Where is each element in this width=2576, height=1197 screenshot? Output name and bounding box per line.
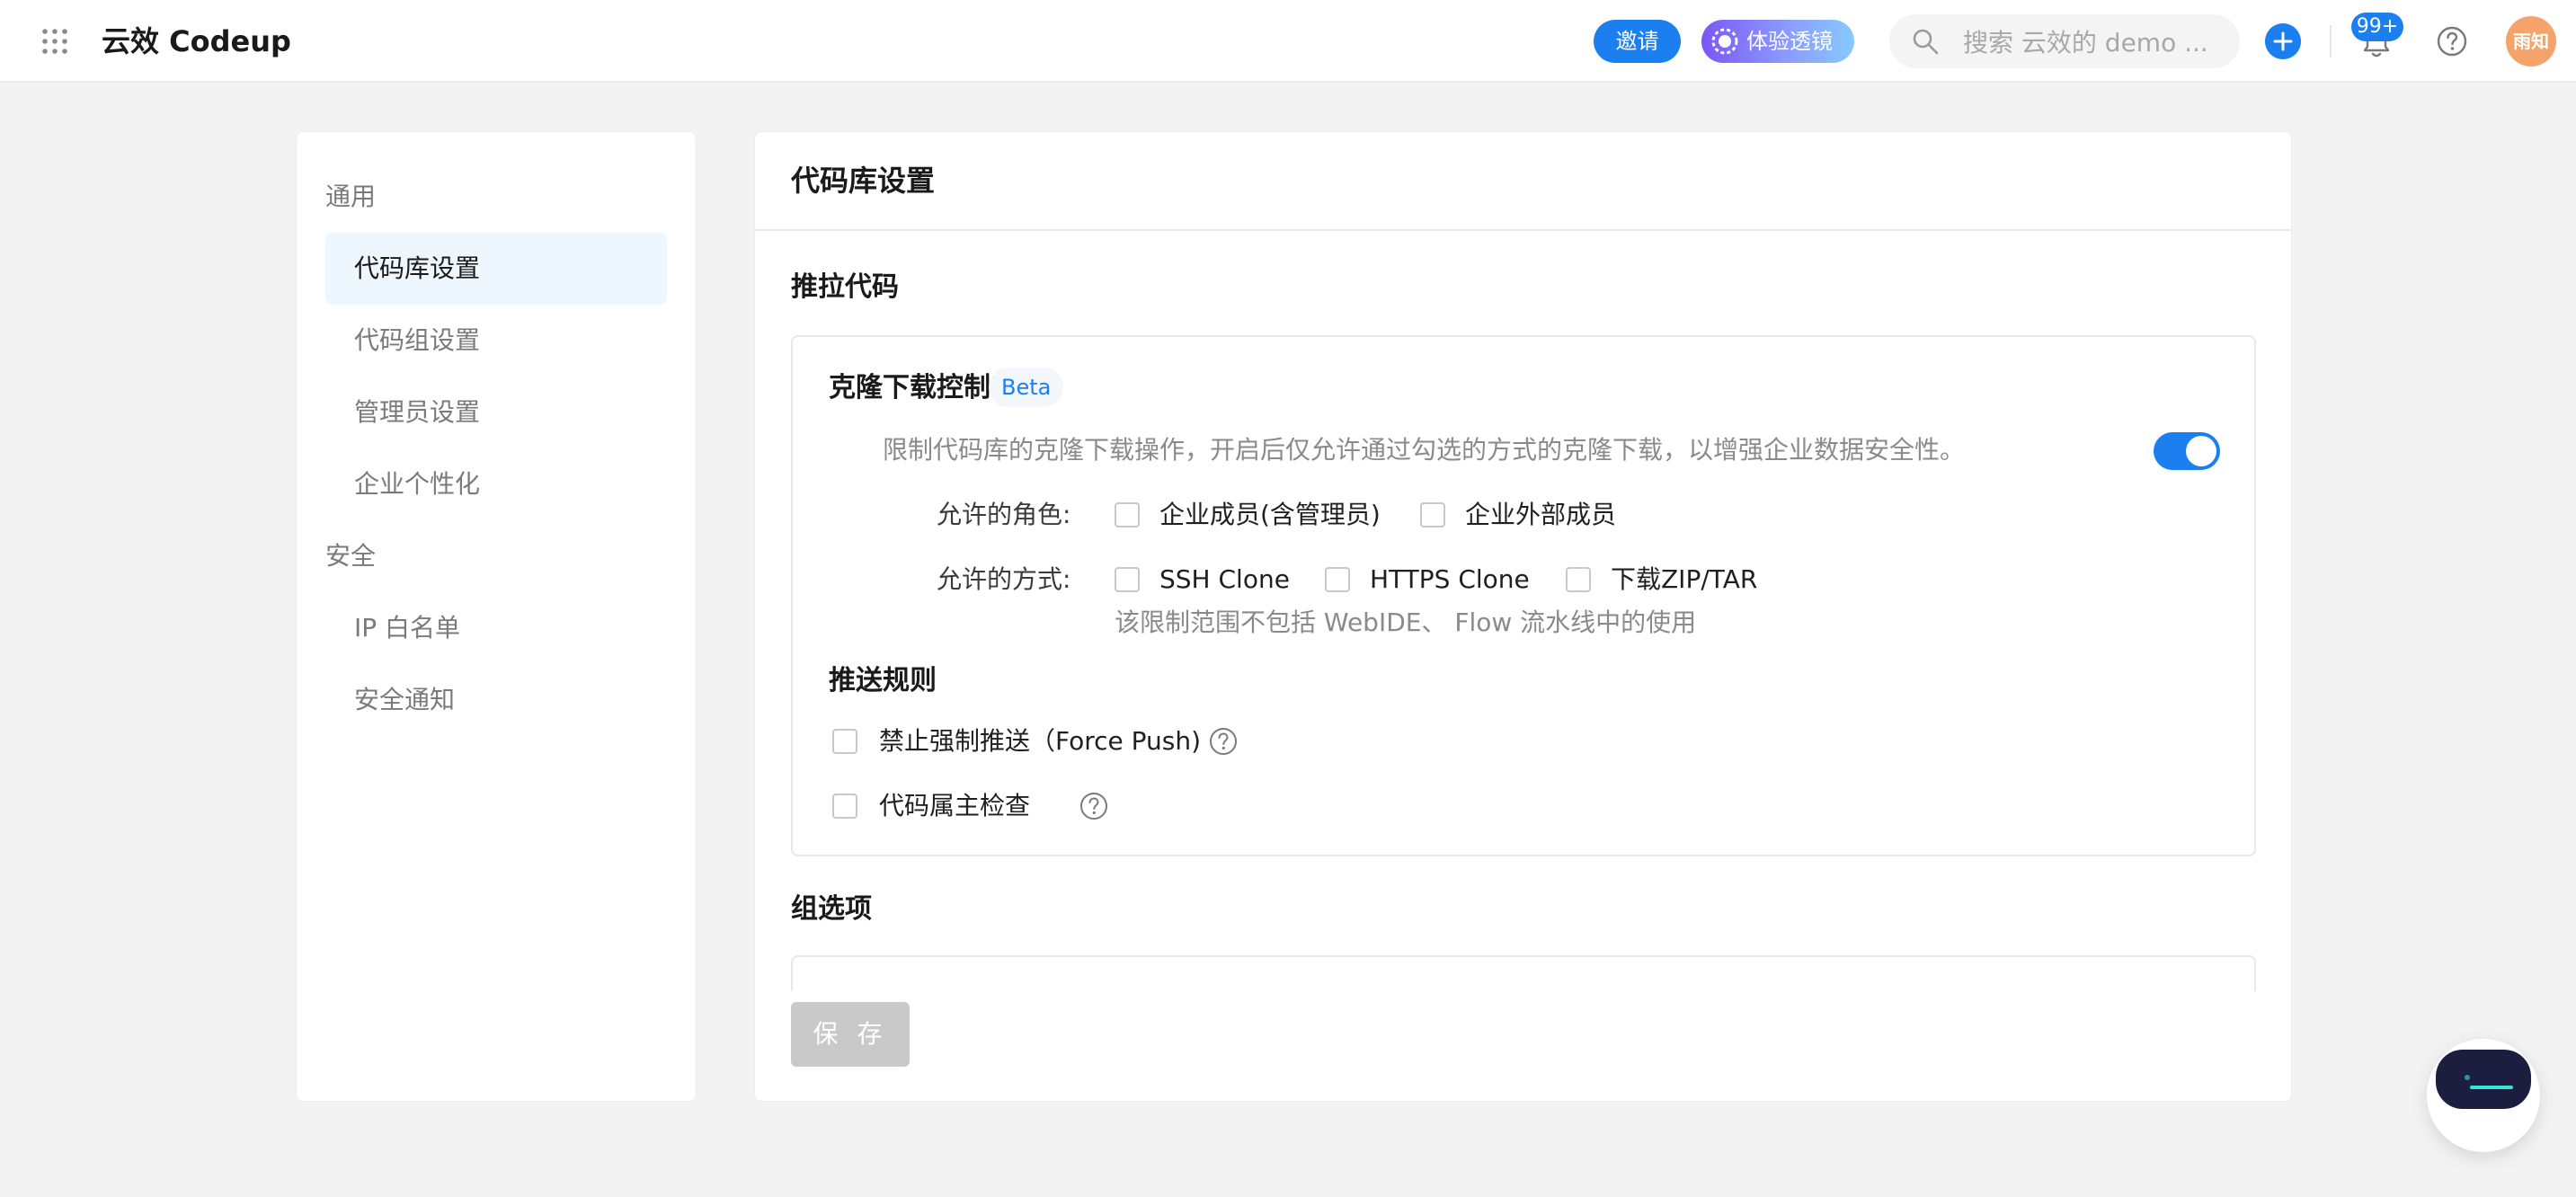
checkbox-force-push[interactable] [832, 729, 857, 754]
checkbox-external-members[interactable] [1420, 502, 1445, 528]
clone-control-title: 克隆下载控制 [829, 372, 990, 403]
sidebar-group-security: 安全 [325, 541, 377, 571]
help-circle-icon[interactable] [1208, 726, 1239, 757]
checkbox-enterprise-members[interactable] [1115, 502, 1140, 528]
sidebar-item-group-settings[interactable]: 代码组设置 [325, 305, 667, 377]
save-button[interactable]: 保 存 [791, 1002, 910, 1067]
top-bar: 云效 Codeup 邀请 体验透镜 99+ 雨知 [0, 0, 2576, 83]
section-group-options-title: 组选项 [791, 893, 872, 925]
checkbox-ssh-clone[interactable] [1115, 567, 1140, 592]
clone-control-toggle[interactable] [2154, 432, 2220, 470]
lens-label: 体验透镜 [1746, 29, 1833, 54]
label-owner-check: 代码属主检查 [879, 791, 1031, 820]
settings-sidebar: 通用 代码库设置 代码组设置 管理员设置 企业个性化 安全 IP 白名单 安全通… [296, 131, 697, 1102]
label-external-members: 企业外部成员 [1465, 500, 1617, 529]
sidebar-item-personalization[interactable]: 企业个性化 [325, 448, 667, 520]
help-circle-icon[interactable] [1079, 791, 1109, 821]
invite-button[interactable]: 邀请 [1594, 20, 1681, 63]
search-box[interactable] [1889, 14, 2240, 68]
allowed-roles-label: 允许的角色: [937, 500, 1071, 529]
label-ssh-clone: SSH Clone [1159, 564, 1290, 594]
clone-control-card: 克隆下载控制 Beta 限制代码库的克隆下载操作，开启后仅允许通过勾选的方式的克… [791, 335, 2256, 856]
notification-badge[interactable]: 99+ [2351, 13, 2403, 41]
search-input[interactable] [1961, 22, 2225, 63]
page-title: 代码库设置 [791, 164, 936, 198]
clone-scope-note: 该限制范围不包括 WebIDE、 Flow 流水线中的使用 [1115, 607, 1697, 637]
label-https-clone: HTTPS Clone [1370, 564, 1530, 594]
help-icon[interactable] [2436, 25, 2468, 58]
group-options-card [791, 955, 2256, 991]
checkbox-download-zip-tar[interactable] [1566, 567, 1591, 592]
sidebar-group-general: 通用 [325, 182, 377, 211]
user-avatar[interactable]: 雨知 [2506, 16, 2556, 66]
toggle-knob [2186, 436, 2216, 466]
apps-grid-icon[interactable] [40, 27, 69, 56]
sidebar-item-repo-settings[interactable]: 代码库设置 [325, 233, 667, 305]
sidebar-item-security-notice[interactable]: 安全通知 [325, 664, 667, 736]
label-force-push: 禁止强制推送（Force Push) [879, 726, 1202, 756]
section-push-pull-title: 推拉代码 [791, 271, 899, 303]
main-header: 代码库设置 [755, 132, 2291, 231]
sidebar-item-admin-settings[interactable]: 管理员设置 [325, 377, 667, 448]
allowed-methods-label: 允许的方式: [937, 564, 1071, 594]
experience-lens-button[interactable]: 体验透镜 [1701, 20, 1854, 63]
search-icon [1913, 29, 1939, 55]
main-panel: 代码库设置 推拉代码 克隆下载控制 Beta 限制代码库的克隆下载操作，开启后仅… [754, 131, 2292, 1102]
assistant-mouth [2470, 1086, 2513, 1089]
assistant-bot-button[interactable] [2427, 1039, 2540, 1152]
push-rules-title: 推送规则 [829, 665, 937, 696]
plus-icon[interactable] [2265, 23, 2301, 59]
assistant-eye [2465, 1075, 2470, 1080]
label-download-zip-tar: 下载ZIP/TAR [1611, 564, 1758, 594]
assistant-bot-icon [2436, 1050, 2531, 1109]
app-title[interactable]: 云效 Codeup [102, 22, 291, 61]
checkbox-owner-check[interactable] [832, 794, 857, 819]
lens-icon [1711, 28, 1738, 55]
label-enterprise-members: 企业成员(含管理员) [1159, 500, 1381, 529]
sidebar-item-ip-whitelist[interactable]: IP 白名单 [325, 592, 667, 664]
beta-badge: Beta [989, 368, 1064, 407]
checkbox-https-clone[interactable] [1325, 567, 1350, 592]
clone-control-description: 限制代码库的克隆下载操作，开启后仅允许通过勾选的方式的克隆下载，以增强企业数据安… [883, 435, 1966, 465]
header-divider [2330, 25, 2332, 58]
